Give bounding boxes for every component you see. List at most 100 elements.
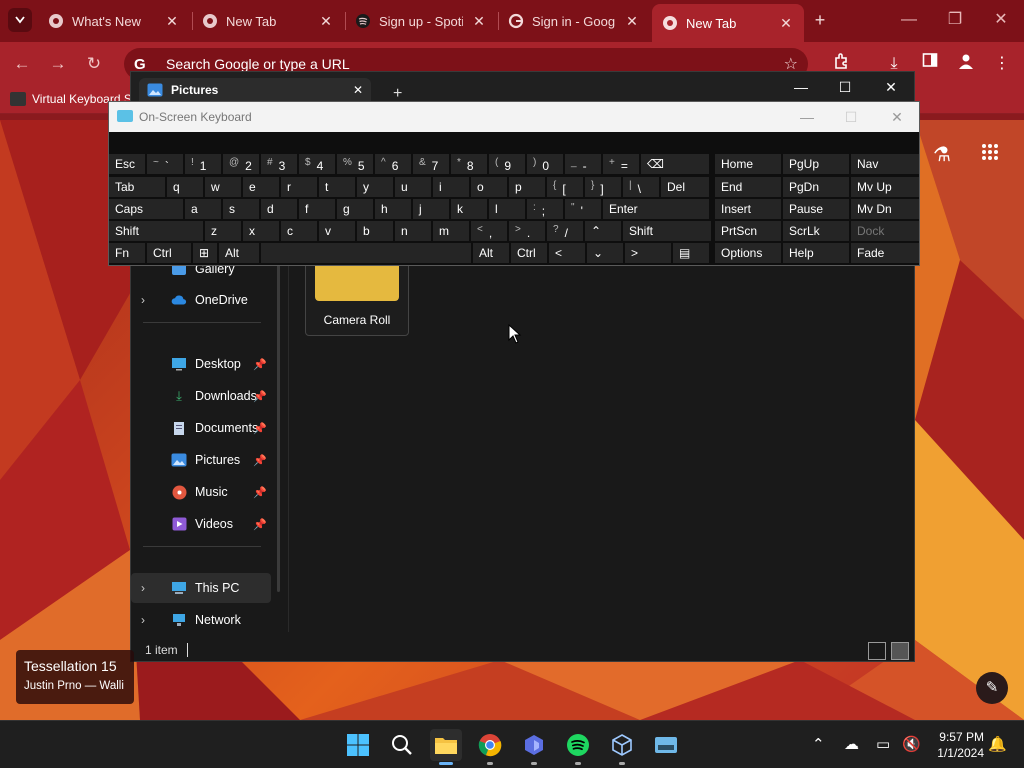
notification-bell-icon[interactable]: 🔔 xyxy=(988,735,1007,753)
osk-key[interactable]: Ctrl xyxy=(147,243,191,263)
system-clock[interactable]: 9:57 PM 1/1/2024 xyxy=(928,729,984,761)
osk-key[interactable]: % 5 xyxy=(337,154,373,174)
osk-nav-key[interactable]: Nav xyxy=(851,154,919,174)
osk-key[interactable]: >. xyxy=(509,221,545,241)
osk-nav-key[interactable]: Pause xyxy=(783,199,849,219)
nav-scrollbar[interactable] xyxy=(277,262,280,592)
osk-key[interactable]: Shift xyxy=(623,221,711,241)
osk-key[interactable]: ^ 6 xyxy=(375,154,411,174)
nav-item-videos[interactable]: Videos 📌 xyxy=(131,509,271,539)
osk-key[interactable]: ~ ` xyxy=(147,154,183,174)
osk-nav-key[interactable]: PgDn xyxy=(783,177,849,197)
osk-nav-key[interactable]: Options xyxy=(715,243,781,263)
osk-key[interactable]: Alt xyxy=(473,243,509,263)
osk-key[interactable]: (9 xyxy=(489,154,525,174)
cloud-offline-icon[interactable]: ☁ xyxy=(844,735,859,753)
forward-button[interactable]: → xyxy=(44,50,72,78)
osk-key[interactable]: d xyxy=(261,199,297,219)
osk-key[interactable]: j xyxy=(413,199,449,219)
osk-nav-key[interactable]: Mv Dn xyxy=(851,199,919,219)
taskbar-on-screen-keyboard[interactable] xyxy=(650,729,682,761)
osk-key[interactable]: | \ xyxy=(623,177,659,197)
wallpaper-info-card[interactable]: Tessellation 15 Justin Prno — Walli xyxy=(16,650,134,704)
back-button[interactable]: ← xyxy=(8,50,36,78)
osk-key[interactable]: #3 xyxy=(261,154,297,174)
osk-key[interactable]: Del xyxy=(661,177,709,197)
osk-key[interactable]: > xyxy=(625,243,671,263)
osk-key[interactable]: q xyxy=(167,177,203,197)
close-icon[interactable]: ✕ xyxy=(471,13,487,30)
osk-key[interactable]: <, xyxy=(471,221,507,241)
osk-key[interactable]: c xyxy=(281,221,317,241)
osk-key[interactable]: r xyxy=(281,177,317,197)
osk-key[interactable]: _ - xyxy=(565,154,601,174)
osk-key[interactable]: Alt xyxy=(219,243,259,263)
osk-key[interactable]: a xyxy=(185,199,221,219)
osk-key[interactable]: @2 xyxy=(223,154,259,174)
apps-grid-icon[interactable] xyxy=(978,143,1002,167)
osk-key[interactable]: ▤ xyxy=(673,243,709,263)
osk-key[interactable]: ? / xyxy=(547,221,583,241)
osk-key[interactable]: Esc xyxy=(109,154,145,174)
pin-icon[interactable]: 📌 xyxy=(253,390,267,403)
close-icon[interactable]: ✕ xyxy=(353,83,363,97)
nav-item-network[interactable]: › Network xyxy=(131,605,271,635)
minimize-button[interactable]: — xyxy=(894,6,924,34)
search-button[interactable] xyxy=(386,729,418,761)
osk-key[interactable]: t xyxy=(319,177,355,197)
osk-key[interactable]: w xyxy=(205,177,241,197)
close-icon[interactable]: ✕ xyxy=(624,13,640,30)
display-icon[interactable]: ▭ xyxy=(876,735,890,753)
osk-key[interactable]: ! 1 xyxy=(185,154,221,174)
nav-item-onedrive[interactable]: › OneDrive xyxy=(131,285,271,315)
osk-key[interactable]: h xyxy=(375,199,411,219)
osk-key[interactable]: l xyxy=(489,199,525,219)
more-menu-icon[interactable]: ⋮ xyxy=(990,52,1014,76)
chevron-right-icon[interactable]: › xyxy=(141,613,157,627)
side-panel-icon[interactable] xyxy=(918,52,942,76)
taskbar-file-explorer[interactable] xyxy=(430,729,462,765)
close-icon[interactable]: ✕ xyxy=(778,15,794,32)
large-icons-view-icon[interactable] xyxy=(891,642,909,660)
osk-key[interactable]: * 8 xyxy=(451,154,487,174)
profile-avatar-icon[interactable] xyxy=(954,52,978,76)
osk-key[interactable]: u xyxy=(395,177,431,197)
taskbar-virtualbox[interactable] xyxy=(606,729,638,765)
explorer-tab[interactable]: Pictures ✕ xyxy=(139,78,371,102)
osk-nav-key[interactable]: Mv Up xyxy=(851,177,919,197)
edit-pencil-icon[interactable]: ✎ xyxy=(976,672,1008,704)
osk-key[interactable]: " ' xyxy=(565,199,601,219)
osk-key[interactable]: g xyxy=(337,199,373,219)
nav-item-desktop[interactable]: Desktop 📌 xyxy=(131,349,271,379)
browser-tab[interactable]: Sign in - Googl ✕ xyxy=(498,4,650,38)
osk-key[interactable]: Tab xyxy=(109,177,165,197)
osk-key[interactable]: $4 xyxy=(299,154,335,174)
start-button[interactable] xyxy=(342,729,374,761)
osk-nav-key[interactable]: End xyxy=(715,177,781,197)
volume-muted-icon[interactable]: 🔇 xyxy=(902,735,921,753)
taskbar-app-blue[interactable] xyxy=(518,729,550,765)
details-view-icon[interactable] xyxy=(868,642,886,660)
explorer-minimize-button[interactable]: — xyxy=(779,76,823,98)
chevron-right-icon[interactable]: › xyxy=(141,581,157,595)
pin-icon[interactable]: 📌 xyxy=(253,358,267,371)
pin-icon[interactable]: 📌 xyxy=(253,518,267,531)
osk-key[interactable]: z xyxy=(205,221,241,241)
osk-key[interactable]: < xyxy=(549,243,585,263)
new-tab-button[interactable]: + xyxy=(810,10,830,30)
osk-key[interactable]: p xyxy=(509,177,545,197)
osk-key[interactable] xyxy=(261,243,471,263)
close-window-button[interactable]: ✕ xyxy=(986,6,1016,34)
restore-button[interactable]: ❐ xyxy=(940,6,970,34)
show-hidden-icons-chevron[interactable]: ⌃ xyxy=(812,735,825,753)
osk-nav-key[interactable]: ScrLk xyxy=(783,221,849,241)
nav-item-pictures[interactable]: Pictures 📌 xyxy=(131,445,271,475)
osk-key[interactable]: f xyxy=(299,199,335,219)
osk-key[interactable]: ⌃ xyxy=(585,221,621,241)
osk-key[interactable]: b xyxy=(357,221,393,241)
osk-key[interactable]: y xyxy=(357,177,393,197)
osk-key[interactable]: s xyxy=(223,199,259,219)
osk-key[interactable]: & 7 xyxy=(413,154,449,174)
nav-item-documents[interactable]: Documents 📌 xyxy=(131,413,271,443)
osk-key[interactable]: Shift xyxy=(109,221,203,241)
